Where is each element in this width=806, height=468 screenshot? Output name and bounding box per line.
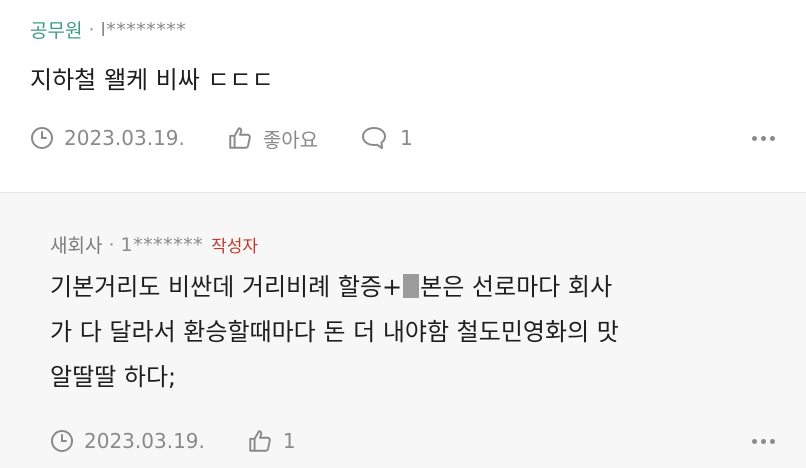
speech-bubble-icon: [362, 127, 387, 149]
body-text-before: 기본거리도 비싼데 거리비례 할증+: [50, 273, 403, 301]
date-text: 2023.03.19.: [64, 126, 185, 150]
comment-actions: 2023.03.19. 좋아요 1: [30, 123, 775, 153]
comment-body-line: 알딸딸 하다;: [50, 363, 177, 391]
comment-meta: 공무원 · l********: [30, 16, 186, 43]
clock-icon: [51, 430, 73, 452]
comment-body-line: 기본거리도 비싼데 거리비례 할증+ 본은 선로마다 회사: [50, 265, 770, 310]
clock-icon: [31, 127, 53, 149]
more-dots-icon[interactable]: [752, 135, 775, 141]
writer-badge: 작성자: [211, 237, 259, 257]
user-id: 1*******: [120, 233, 204, 256]
thumbs-up-icon: [229, 127, 251, 149]
comment-1: 공무원 · l******** 지하철 왤케 비싸 ㄷㄷㄷ 2023.03.19…: [0, 0, 806, 192]
reply-button[interactable]: 1: [360, 125, 413, 151]
comment-date: 2023.03.19.: [30, 126, 185, 150]
comment-body: 기본거리도 비싼데 거리비례 할증+ 본은 선로마다 회사 가 다 달라서 환승할…: [50, 265, 770, 400]
comment-date: 2023.03.19.: [50, 429, 205, 453]
comment-meta: 새회사 · 1******* 작성자: [50, 231, 258, 258]
comment-body-line: 가 다 달라서 환승할때마다 돈 더 내야함 철도민영화의 맛: [50, 318, 619, 346]
author-name[interactable]: 새회사: [50, 231, 102, 258]
like-count: 1: [282, 429, 296, 453]
author-name[interactable]: 공무원: [30, 16, 82, 43]
meta-separator: ·: [108, 233, 115, 256]
reply-comment: 새회사 · 1******* 작성자 기본거리도 비싼데 거리비례 할증+ 본은 …: [0, 193, 806, 468]
redaction-block: [403, 274, 420, 298]
thumbs-up-icon: [249, 430, 271, 452]
like-button[interactable]: 1: [247, 428, 296, 454]
comment-body: 지하철 왤케 비싸 ㄷㄷㄷ: [30, 58, 274, 103]
meta-separator: ·: [88, 18, 95, 41]
more-dots-icon[interactable]: [752, 438, 775, 444]
comment-actions: 2023.03.19. 1: [50, 426, 775, 456]
like-label: 좋아요: [262, 127, 319, 152]
comment-body-line: 지하철 왤케 비싸 ㄷㄷㄷ: [30, 66, 274, 94]
reply-count: 1: [400, 126, 413, 150]
user-id: l********: [100, 18, 187, 41]
body-text-after: 본은 선로마다 회사: [420, 273, 613, 301]
like-button[interactable]: 좋아요: [227, 124, 318, 153]
date-text: 2023.03.19.: [84, 429, 205, 453]
